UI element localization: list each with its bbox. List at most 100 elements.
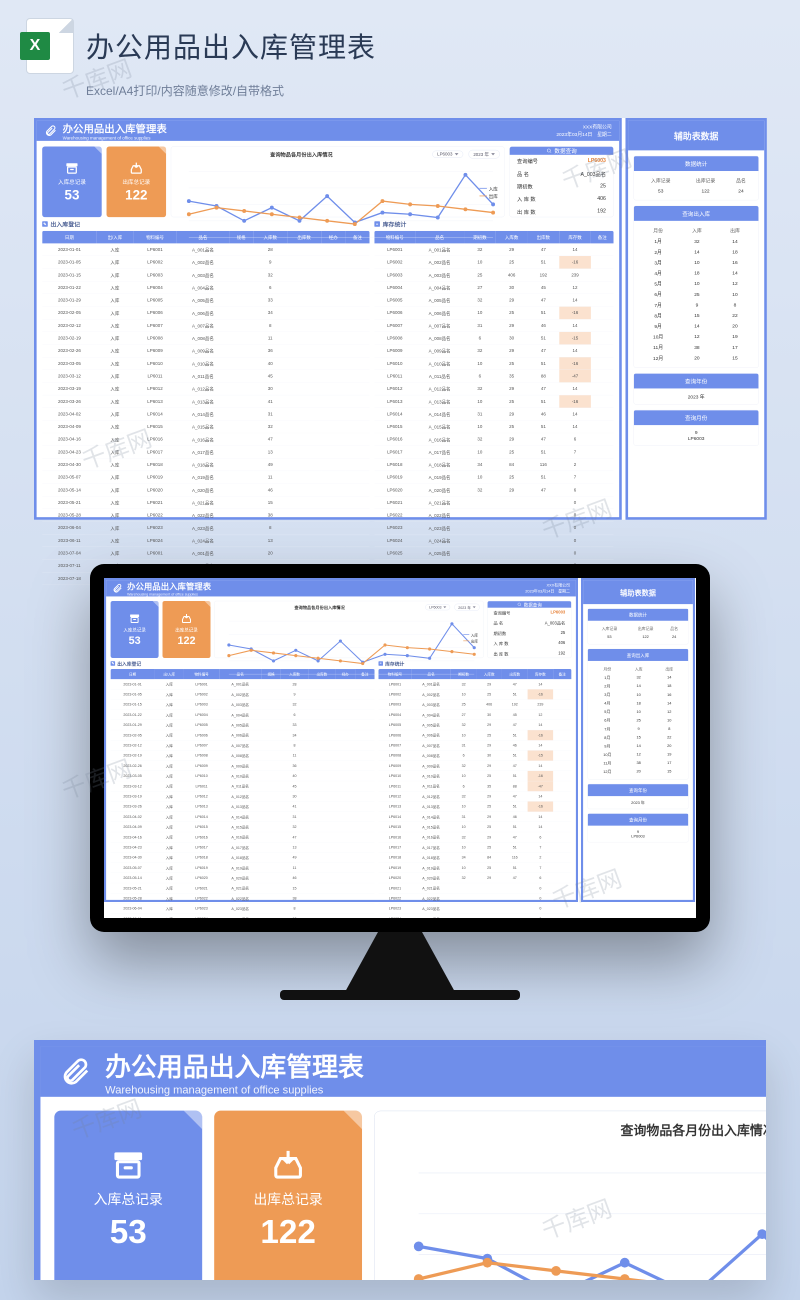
- cell: [229, 458, 253, 471]
- cell: 18: [623, 699, 654, 708]
- cell: [527, 547, 559, 560]
- table-row: 2023-06-11入库LP6024A_024品名13: [42, 534, 369, 547]
- cell: 2023-07-11: [42, 559, 96, 572]
- cell: LP6009: [133, 344, 177, 357]
- cell: 29: [496, 382, 528, 395]
- table-row: LP6009A_009品名32294714: [374, 344, 613, 357]
- stat-out-label: 出库总记录: [253, 1188, 322, 1208]
- cell: [287, 509, 321, 522]
- cell: 13: [281, 842, 308, 852]
- dashboard-subtitle: Warehousing management of office supplie…: [105, 1084, 364, 1097]
- cell: A_005品名: [411, 720, 450, 730]
- cell: [553, 863, 571, 873]
- table-row: 2023-04-02入库LP6014A_014品名31: [111, 812, 375, 822]
- cell: 入库: [97, 509, 134, 522]
- cell: A_018品名: [415, 458, 464, 471]
- cell: [321, 509, 345, 522]
- cell: 29: [476, 679, 502, 689]
- cell: 31: [253, 408, 287, 421]
- line-chart: [176, 158, 500, 243]
- cell: [321, 408, 345, 421]
- cell: 51: [502, 689, 528, 699]
- cell: 2023-06-11: [111, 914, 155, 918]
- cell: [527, 509, 559, 522]
- cell: 4月: [638, 268, 678, 279]
- cell: 47: [527, 484, 559, 497]
- log-table: 日期出/入库物料编号品名规格入库数出库数经办备注 2023-01-01入库LP6…: [42, 231, 369, 585]
- chart-item-select[interactable]: LP6003: [425, 604, 450, 610]
- table-row: 2023-05-21入库LP6021A_021品名15: [42, 496, 369, 509]
- cell: 30: [476, 750, 502, 760]
- table-row: LP6008A_008品名63051-15: [374, 332, 613, 345]
- cell: [229, 509, 253, 522]
- company-name: XXX有限公司: [556, 123, 611, 131]
- cell: 51: [502, 842, 528, 852]
- cell: 47: [502, 791, 528, 801]
- cell: 入库: [97, 458, 134, 471]
- cell: 2023-04-02: [111, 812, 155, 822]
- table-row: 2023-05-14入库LP6020A_020品名46: [42, 484, 369, 497]
- cell: 12: [528, 710, 554, 720]
- chart-year-select[interactable]: 2023 年: [455, 604, 480, 611]
- cell: 51: [527, 471, 559, 484]
- cell: 14: [654, 673, 685, 682]
- table-row: LP6008A_008品名63051-15: [379, 750, 572, 760]
- cell: LP6011: [184, 781, 219, 791]
- cell: 入库: [97, 446, 134, 459]
- table-row: 2023-06-04入库LP6023A_023品名8: [111, 903, 375, 913]
- cell: 25: [476, 689, 502, 699]
- cell: 25: [476, 801, 502, 811]
- cell: [229, 496, 253, 509]
- cell: 入库: [154, 730, 184, 740]
- cell: [229, 269, 253, 282]
- cell: 32: [451, 873, 477, 883]
- table-row: LP6012A_012品名32294714: [374, 382, 613, 395]
- cell: 32: [464, 433, 496, 446]
- query-row: 入 库 数406: [488, 638, 572, 648]
- cell: [355, 812, 375, 822]
- cell: 入库: [97, 294, 134, 307]
- cell: A_006品名: [177, 307, 229, 320]
- cell: LP6024: [184, 914, 219, 918]
- table-row: 4月1814: [638, 268, 754, 279]
- cell: A_023品名: [219, 903, 261, 913]
- cell: [308, 771, 335, 781]
- cell: [261, 822, 281, 832]
- table-row: LP6005A_005品名32294714: [379, 720, 572, 730]
- chart-year-select[interactable]: 2023 年: [469, 150, 500, 158]
- table-row: 3月1016: [591, 690, 684, 699]
- table-row: LP6016A_016品名3229476: [379, 832, 572, 842]
- cell: 2023-02-26: [111, 761, 155, 771]
- cell: [308, 883, 335, 893]
- cell: [261, 812, 281, 822]
- chart-item-select[interactable]: LP6003: [432, 151, 463, 158]
- cell: A_020品名: [415, 484, 464, 497]
- template-preview-top: 办公用品出入库管理表 Warehousing management of off…: [34, 118, 767, 520]
- cell: 2023-03-26: [42, 395, 96, 408]
- cell: 2023-03-05: [42, 357, 96, 370]
- table-row: LP6019A_019品名1025517: [379, 863, 572, 873]
- cell: [336, 873, 356, 883]
- cell: [308, 873, 335, 883]
- cell: 13: [253, 446, 287, 459]
- cell: [321, 243, 345, 256]
- cell: [229, 446, 253, 459]
- cell: 14: [559, 382, 591, 395]
- table-row: 2023-01-29入库LP6005A_005品名33: [42, 294, 369, 307]
- cell: 47: [253, 433, 287, 446]
- cell: 15: [281, 883, 308, 893]
- side-year: 查询年份 2023 年: [634, 373, 759, 404]
- cell: 20: [253, 547, 287, 560]
- cell: [261, 873, 281, 883]
- cell: 0: [559, 496, 591, 509]
- cell: 入库: [154, 771, 184, 781]
- cell: 11月: [591, 759, 623, 768]
- table-row: 2023-04-09入库LP6015A_015品名32: [111, 822, 375, 832]
- cell: 30: [496, 332, 528, 345]
- cell: [496, 522, 528, 535]
- cell: [229, 332, 253, 345]
- cell: LP6014: [379, 812, 412, 822]
- cell: A_009品名: [415, 344, 464, 357]
- cell: 14: [623, 742, 654, 751]
- cell: 47: [527, 382, 559, 395]
